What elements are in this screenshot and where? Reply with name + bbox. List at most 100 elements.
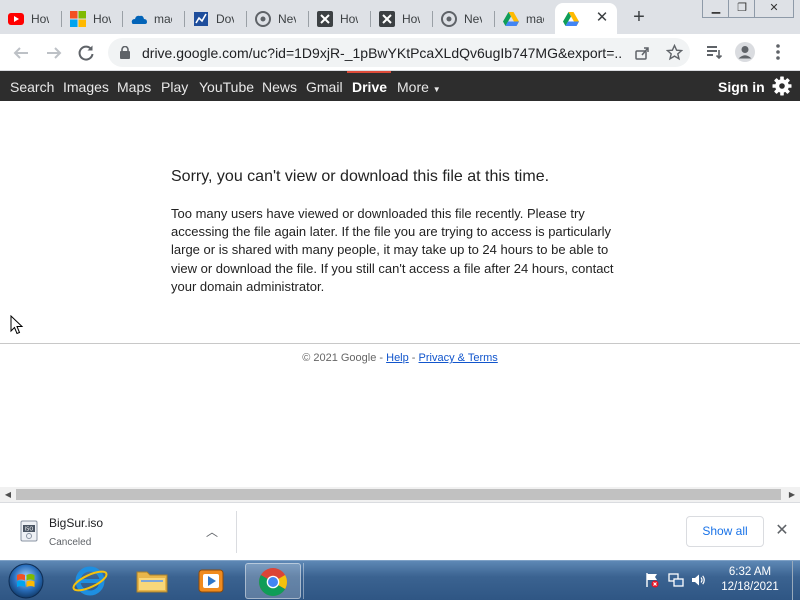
reload-icon [78,45,94,61]
back-arrow-icon [13,47,28,59]
minimize-button[interactable]: ▁ [702,0,730,18]
footer-copyright: © 2021 Google - [302,352,387,364]
volume-icon[interactable] [690,572,706,588]
active-indicator [347,71,391,73]
caret-down-icon: ▼ [432,85,441,94]
tab-x-site-2[interactable]: How [371,3,433,34]
profile-button[interactable] [733,40,757,64]
tab-label: mac [526,11,544,26]
browser-toolbar: drive.google.com/uc?id=1D9xjR-_1pBwYKtPc… [0,34,800,71]
tab-chrome-new-2[interactable]: Nev [433,3,495,34]
forward-button[interactable] [41,40,67,66]
show-all-button[interactable]: Show all [686,516,764,547]
taskbar-chrome[interactable] [245,563,301,599]
download-shelf: ISO BigSur.iso Canceled ︿ Show all ✕ [0,502,800,560]
restore-button[interactable]: ❐ [728,0,756,18]
profile-avatar-icon [735,42,755,62]
lock-icon [120,46,130,59]
tab-label: How [31,11,49,26]
tab-google-drive-active[interactable]: ✕ [555,3,617,34]
new-tab-button[interactable]: + [627,6,651,28]
gbar-more-label: More [397,79,429,95]
reading-list-icon [707,46,723,60]
system-clock[interactable]: 6:32 AM 12/18/2021 [712,565,788,595]
x-site-icon [317,10,333,27]
tab-google-drive[interactable]: mac [495,3,555,34]
taskbar-media-player[interactable] [184,563,240,599]
divider [0,343,800,344]
tab-label: Dov [216,11,234,26]
taskbar-file-explorer[interactable] [124,563,180,599]
chrome-icon [255,10,271,27]
taskbar-empty-slot [303,563,305,599]
chevron-up-icon[interactable]: ︿ [205,523,219,540]
reading-list-button[interactable] [702,40,726,64]
tab-label: How [340,11,358,26]
windows-taskbar: 6:32 AM 12/18/2021 [0,560,800,600]
download-site-icon [194,11,208,26]
download-status: Canceled [49,537,92,548]
bookmark-star-icon[interactable] [666,44,683,61]
screen: { "browser": { "tabs": [ {"label": "How"… [0,0,800,600]
close-tab-icon[interactable]: ✕ [593,9,611,27]
youtube-icon [8,12,24,25]
tab-x-site-1[interactable]: How [309,3,371,34]
scroll-right-icon[interactable]: ▶ [786,489,798,500]
google-drive-icon [503,11,519,26]
back-button[interactable] [8,40,34,66]
gbar-images[interactable]: Images [63,79,109,95]
privacy-terms-link[interactable]: Privacy & Terms [419,352,498,364]
gbar-gmail[interactable]: Gmail [306,79,343,95]
taskbar-internet-explorer[interactable] [62,563,118,599]
media-player-icon [198,569,224,593]
onedrive-icon [131,15,147,24]
horizontal-scrollbar[interactable]: ◀ ▶ [0,487,800,502]
gbar-drive[interactable]: Drive [352,79,387,95]
error-title: Sorry, you can't view or download this f… [171,168,550,185]
gbar-news[interactable]: News [262,79,297,95]
tab-chrome-new-1[interactable]: Nev [247,3,309,34]
internet-explorer-icon [72,566,108,596]
download-filename: BigSur.iso [49,516,104,530]
tab-label: How [93,11,111,26]
svg-text:ISO: ISO [25,527,34,533]
page-content: Sorry, you can't view or download this f… [0,101,800,487]
close-shelf-icon[interactable]: ✕ [772,521,792,541]
tab-label: Nev [278,11,296,26]
close-window-button[interactable]: ✕ [754,0,794,18]
clock-time: 6:32 AM [728,566,772,578]
footer-separator: - [408,352,419,364]
divider [236,511,237,553]
clock-date: 12/18/2021 [721,581,779,593]
tab-strip: How How mac Dov Nev How [0,0,800,34]
chrome-icon [259,568,287,596]
menu-button[interactable] [766,40,790,64]
tab-onedrive[interactable]: mac [123,3,185,34]
gbar-search[interactable]: Search [10,79,54,95]
google-drive-icon [563,11,579,26]
help-link[interactable]: Help [386,352,409,364]
tab-label: How [402,11,420,26]
tab-microsoft[interactable]: How [62,3,123,34]
gbar-maps[interactable]: Maps [117,79,151,95]
tab-youtube[interactable]: How [0,3,62,34]
share-icon[interactable] [634,45,650,61]
gbar-play[interactable]: Play [161,79,188,95]
settings-gear-icon[interactable] [772,76,792,96]
action-center-flag-icon[interactable] [644,572,660,588]
gbar-youtube[interactable]: YouTube [199,79,254,95]
start-button[interactable] [6,562,46,600]
url-text: drive.google.com/uc?id=1D9xjR-_1pBwYKtPc… [142,45,622,61]
address-bar[interactable]: drive.google.com/uc?id=1D9xjR-_1pBwYKtPc… [108,38,690,67]
gbar-more[interactable]: More ▼ [397,79,441,95]
page-footer: © 2021 Google - Help - Privacy & Terms [0,352,800,364]
scroll-left-icon[interactable]: ◀ [2,489,14,500]
reload-button[interactable] [73,40,99,66]
sign-in-link[interactable]: Sign in [718,79,765,95]
iso-file-icon: ISO [20,520,38,542]
network-icon[interactable] [668,572,684,588]
show-desktop-button[interactable] [792,561,800,600]
scrollbar-thumb[interactable] [16,489,781,500]
forward-arrow-icon [47,47,62,59]
tab-download-site[interactable]: Dov [185,3,247,34]
